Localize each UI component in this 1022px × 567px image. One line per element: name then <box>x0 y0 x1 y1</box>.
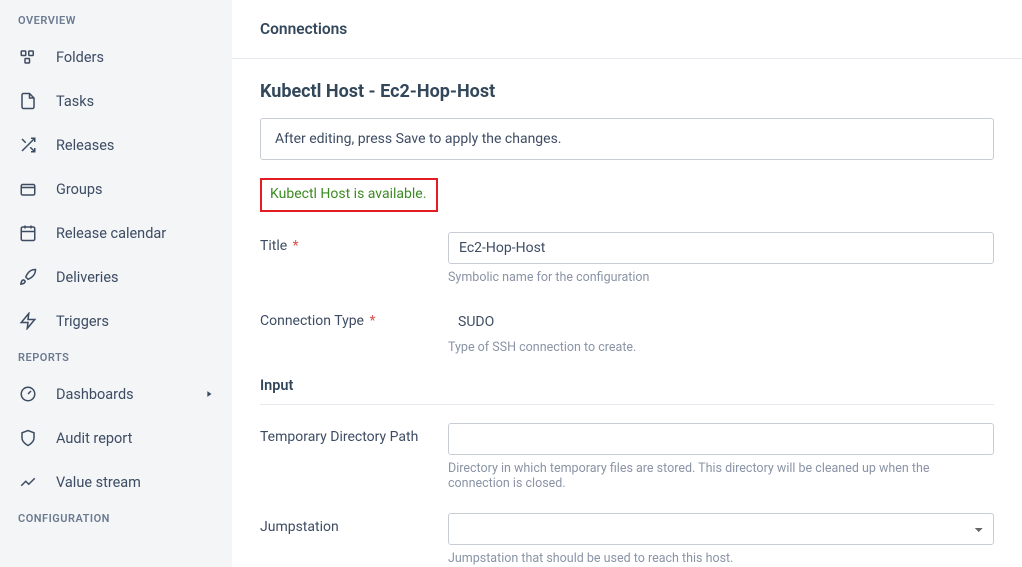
chevron-right-icon <box>204 389 214 399</box>
field-label: Title <box>260 238 287 254</box>
field-help: Directory in which temporary files are s… <box>448 461 994 491</box>
sidebar-item-label: Release calendar <box>56 225 166 242</box>
sidebar-item-label: Dashboards <box>56 386 134 403</box>
sidebar-item-label: Releases <box>56 137 114 154</box>
sidebar-item-label: Folders <box>56 49 104 66</box>
sidebar-item-label: Triggers <box>56 313 109 330</box>
field-label: Temporary Directory Path <box>260 429 418 445</box>
field-help: Jumpstation that should be used to reach… <box>448 551 994 566</box>
sidebar-section-configuration: CONFIGURATION <box>0 504 232 533</box>
sidebar-item-groups[interactable]: Groups <box>0 167 232 211</box>
main-content: Connections Kubectl Host - Ec2-Hop-Host … <box>232 0 1022 567</box>
status-highlight: Kubectl Host is available. <box>260 178 438 212</box>
required-mark: * <box>293 238 299 254</box>
field-title: Title * Symbolic name for the configurat… <box>260 232 994 285</box>
folders-icon <box>18 47 38 67</box>
status-message: Kubectl Host is available. <box>270 186 426 202</box>
sidebar-item-folders[interactable]: Folders <box>0 35 232 79</box>
calendar-icon <box>18 223 38 243</box>
sidebar-item-label: Audit report <box>56 430 132 447</box>
sidebar-item-label: Groups <box>56 181 103 198</box>
field-label: Jumpstation <box>260 519 339 535</box>
connection-type-value: SUDO <box>448 307 994 334</box>
sidebar-item-label: Tasks <box>56 93 94 110</box>
sidebar-item-tasks[interactable]: Tasks <box>0 79 232 123</box>
jumpstation-select[interactable] <box>448 513 994 545</box>
page-subtitle: Kubectl Host - Ec2-Hop-Host <box>260 81 994 102</box>
edit-notice: After editing, press Save to apply the c… <box>260 118 994 160</box>
sidebar-section-reports: REPORTS <box>0 343 232 372</box>
field-connection-type: Connection Type * SUDO Type of SSH conne… <box>260 307 994 355</box>
document-icon <box>18 91 38 111</box>
rocket-icon <box>18 267 38 287</box>
trend-icon <box>18 472 38 492</box>
page-title: Connections <box>232 0 1022 59</box>
field-help: Symbolic name for the configuration <box>448 270 994 285</box>
box-icon <box>18 179 38 199</box>
sidebar-item-deliveries[interactable]: Deliveries <box>0 255 232 299</box>
sidebar-item-audit-report[interactable]: Audit report <box>0 416 232 460</box>
sidebar-item-value-stream[interactable]: Value stream <box>0 460 232 504</box>
field-jumpstation: Jumpstation Jumpstation that should be u… <box>260 513 994 566</box>
field-temp-dir: Temporary Directory Path Directory in wh… <box>260 423 994 491</box>
gauge-icon <box>18 384 38 404</box>
sidebar-item-release-calendar[interactable]: Release calendar <box>0 211 232 255</box>
shield-icon <box>18 428 38 448</box>
sidebar-item-triggers[interactable]: Triggers <box>0 299 232 343</box>
sidebar-item-label: Deliveries <box>56 269 119 286</box>
title-input[interactable] <box>448 232 994 264</box>
input-section-heading: Input <box>260 377 994 405</box>
sidebar-item-label: Value stream <box>56 474 141 491</box>
temp-dir-input[interactable] <box>448 423 994 455</box>
sidebar-item-dashboards[interactable]: Dashboards <box>0 372 232 416</box>
sidebar-item-releases[interactable]: Releases <box>0 123 232 167</box>
required-mark: * <box>369 313 375 329</box>
field-help: Type of SSH connection to create. <box>448 340 994 355</box>
sidebar: OVERVIEW Folders Tasks Releases Groups R… <box>0 0 232 567</box>
sidebar-section-overview: OVERVIEW <box>0 6 232 35</box>
lightning-icon <box>18 311 38 331</box>
field-label: Connection Type <box>260 313 364 329</box>
shuffle-icon <box>18 135 38 155</box>
